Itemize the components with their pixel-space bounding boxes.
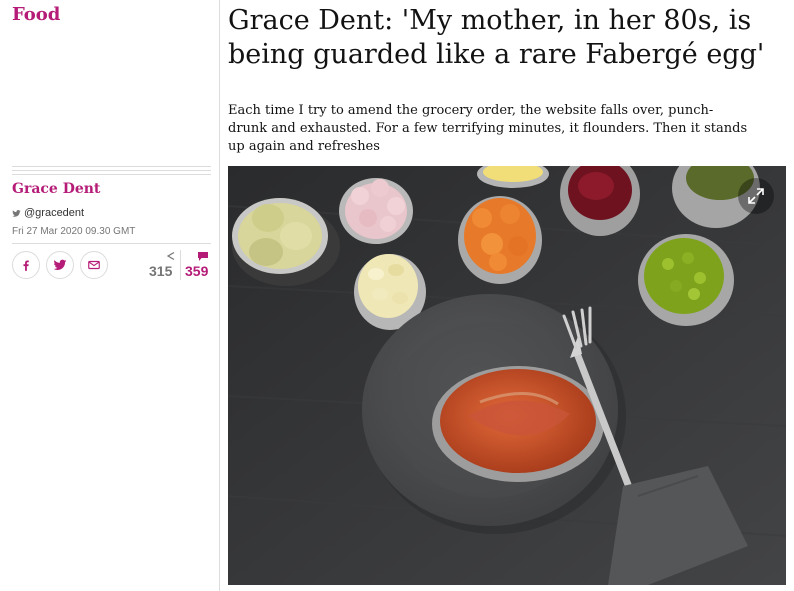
share-twitter-button[interactable] xyxy=(46,251,74,279)
share-facebook-button[interactable] xyxy=(12,251,40,279)
twitter-handle-link[interactable]: @gracedent xyxy=(12,207,84,219)
count-divider xyxy=(180,250,181,280)
twitter-bird-icon xyxy=(12,209,21,217)
comment-count-icon xyxy=(198,252,208,261)
standfirst: Each time I try to amend the grocery ord… xyxy=(228,103,748,154)
section-title[interactable]: Food xyxy=(12,4,60,25)
expand-image-button[interactable] xyxy=(738,178,774,214)
headline: Grace Dent: 'My mother, in her 80s, is b… xyxy=(228,5,765,70)
main-media xyxy=(228,166,786,585)
expand-arrows-icon xyxy=(748,188,764,204)
twitter-icon xyxy=(53,259,67,271)
twitter-handle: @gracedent xyxy=(24,207,85,219)
email-icon xyxy=(88,260,100,270)
comment-count[interactable]: 359 xyxy=(185,263,208,279)
byline-divider xyxy=(12,243,211,244)
share-count: 315 xyxy=(149,263,173,279)
share-email-button[interactable] xyxy=(80,251,108,279)
author-name[interactable]: Grace Dent xyxy=(12,181,100,197)
facebook-icon xyxy=(23,260,29,271)
share-count-icon xyxy=(166,251,175,261)
hero-image xyxy=(228,166,786,585)
publish-date: Fri 27 Mar 2020 09.30 GMT xyxy=(12,226,136,237)
sidebar-rules xyxy=(12,166,211,178)
column-divider xyxy=(219,0,220,591)
